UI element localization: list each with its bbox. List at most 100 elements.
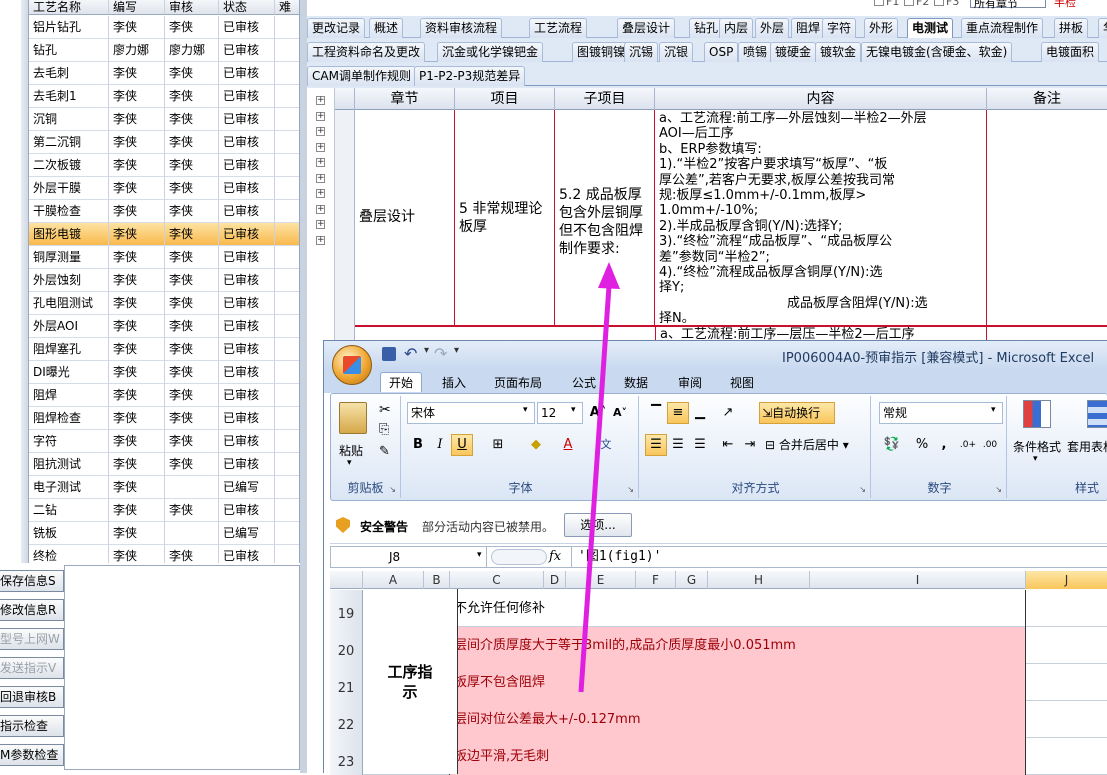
tab[interactable]: 外形: [864, 18, 899, 38]
expand-icon[interactable]: +: [316, 173, 325, 183]
increase-indent-icon[interactable]: ⇥: [739, 434, 761, 456]
tab[interactable]: 镀硬金: [770, 42, 817, 62]
doc-cell-content[interactable]: a、工艺流程:前工序—外层蚀刻—半检2—外层 AOI—后工序 b、ERP参数填写: 1…: [655, 110, 987, 326]
shrink-font-icon[interactable]: A˅: [609, 402, 631, 424]
instruction-text[interactable]: 板边平滑,无毛刺: [450, 738, 1026, 775]
save-icon[interactable]: [382, 347, 396, 361]
conditional-format-label[interactable]: 条件格式: [1013, 438, 1061, 455]
orientation-icon[interactable]: ↗: [717, 402, 739, 424]
cell-status[interactable]: 已审核: [219, 361, 275, 384]
cell-reviewer[interactable]: 李侠: [165, 315, 219, 338]
font-color-icon[interactable]: A: [557, 434, 579, 456]
ribbon-tab[interactable]: 数据: [616, 373, 656, 393]
cell-reviewer[interactable]: 李侠: [165, 16, 219, 39]
ribbon-tab[interactable]: 视图: [722, 373, 762, 393]
cell-status[interactable]: 已编写: [219, 522, 275, 545]
process-row[interactable]: 干膜检查 李侠 李侠 已审核: [0, 200, 299, 223]
cell-author[interactable]: 李侠: [109, 338, 165, 361]
cell-author[interactable]: 李侠: [109, 361, 165, 384]
cell-reviewer[interactable]: 李侠: [165, 453, 219, 476]
cell-reviewer[interactable]: 李侠: [165, 177, 219, 200]
bold-icon[interactable]: B: [407, 434, 429, 456]
process-row[interactable]: DI曝光 李侠 李侠 已审核: [0, 361, 299, 384]
function-icon[interactable]: fx: [549, 549, 561, 564]
align-left-icon[interactable]: ☰: [645, 434, 667, 456]
tab[interactable]: 电测试: [907, 18, 954, 38]
tab[interactable]: OSP: [704, 42, 739, 62]
font-launcher-icon[interactable]: ↘: [627, 485, 634, 494]
cell-difficulty[interactable]: [275, 292, 299, 315]
tab[interactable]: CAM调单制作规则: [307, 66, 416, 86]
number-launcher-icon[interactable]: ↘: [995, 485, 1002, 494]
cell-reviewer[interactable]: 李侠: [165, 223, 219, 246]
expand-icon[interactable]: +: [316, 189, 325, 198]
tab[interactable]: 资料审核流程: [420, 18, 503, 38]
redo-icon[interactable]: ↷: [434, 344, 447, 363]
increase-decimal-icon[interactable]: .0+: [957, 434, 979, 456]
instruction-text[interactable]: 层间对位公差最大+/-0.127mm: [450, 701, 1026, 738]
cell-author[interactable]: 李侠: [109, 223, 165, 246]
cell-reviewer[interactable]: 廖力娜: [165, 39, 219, 62]
font-name-dropdown-icon[interactable]: ▾: [523, 405, 528, 415]
expand-icon[interactable]: +: [316, 158, 325, 167]
expand-icon[interactable]: +: [316, 127, 325, 136]
tab[interactable]: 叠层设计: [617, 18, 676, 38]
cell-name[interactable]: 第二沉铜: [29, 131, 109, 154]
column-header[interactable]: A: [363, 571, 424, 589]
row-number[interactable]: 19: [330, 590, 363, 627]
cell-difficulty[interactable]: [275, 39, 299, 62]
row-number[interactable]: 22: [330, 701, 363, 738]
cell-status[interactable]: 已审核: [219, 453, 275, 476]
copy-icon[interactable]: ⎘: [379, 422, 389, 437]
tab[interactable]: 钻孔: [689, 18, 724, 38]
cell-difficulty[interactable]: [275, 338, 299, 361]
tab[interactable]: 概述: [369, 18, 404, 38]
cell-name[interactable]: 阻抗测试: [29, 453, 109, 476]
cell-author[interactable]: 李侠: [109, 200, 165, 223]
cell-author[interactable]: 李侠: [109, 499, 165, 522]
fill-color-icon[interactable]: ◆: [525, 434, 547, 456]
tab[interactable]: 阻焊: [791, 18, 826, 38]
cell-author[interactable]: 李侠: [109, 131, 165, 154]
cell-difficulty[interactable]: [275, 522, 299, 545]
process-row[interactable]: 孔电阻测试 李侠 李侠 已审核: [0, 292, 299, 315]
process-row[interactable]: 二钻 李侠 李侠 已审核: [0, 499, 299, 522]
cell-reviewer[interactable]: 李侠: [165, 361, 219, 384]
cell-author[interactable]: 李侠: [109, 453, 165, 476]
process-row[interactable]: 阻焊检查 李侠 李侠 已审核: [0, 407, 299, 430]
column-header[interactable]: H: [708, 571, 810, 589]
tab[interactable]: 工程资料命名及更改: [307, 42, 426, 62]
expand-icon[interactable]: +: [316, 220, 325, 229]
table-format-icon[interactable]: [1087, 400, 1107, 428]
decrease-indent-icon[interactable]: ⇤: [717, 434, 739, 456]
cell-reviewer[interactable]: 李侠: [165, 200, 219, 223]
cell-author[interactable]: 李侠: [109, 407, 165, 430]
doc-row-selector[interactable]: [335, 110, 355, 350]
cell-name[interactable]: 铜厚测量: [29, 246, 109, 269]
ribbon-tab[interactable]: 插入: [434, 373, 474, 393]
cell-j[interactable]: [1026, 701, 1107, 738]
cell-author[interactable]: 李侠: [109, 269, 165, 292]
cell-author[interactable]: 李侠: [109, 246, 165, 269]
cell-reviewer[interactable]: 李侠: [165, 545, 219, 563]
expand-icon[interactable]: +: [316, 204, 325, 214]
cell-name[interactable]: 外层干膜: [29, 177, 109, 200]
align-middle-icon[interactable]: ≡: [667, 402, 689, 424]
action-button[interactable]: 指示检查: [0, 715, 64, 737]
font-size-dropdown-icon[interactable]: ▾: [571, 405, 576, 415]
tab[interactable]: 更改记录: [307, 18, 366, 38]
font-size-box[interactable]: 12: [537, 402, 583, 424]
cell-author[interactable]: 李侠: [109, 16, 165, 39]
italic-icon[interactable]: I: [429, 434, 451, 456]
cell-name[interactable]: 钻孔: [29, 39, 109, 62]
cell-name[interactable]: 干膜检查: [29, 200, 109, 223]
cell-reviewer[interactable]: 李侠: [165, 384, 219, 407]
row-number[interactable]: 23: [330, 738, 363, 775]
cell-name[interactable]: 二次板镀: [29, 154, 109, 177]
undo-dropdown-icon[interactable]: ▾: [424, 345, 429, 356]
cell-name[interactable]: 二钻: [29, 499, 109, 522]
process-row[interactable]: 铜厚测量 李侠 李侠 已审核: [0, 246, 299, 269]
cell-difficulty[interactable]: [275, 62, 299, 85]
process-row[interactable]: 沉铜 李侠 李侠 已审核: [0, 108, 299, 131]
cell-status[interactable]: 已审核: [219, 108, 275, 131]
